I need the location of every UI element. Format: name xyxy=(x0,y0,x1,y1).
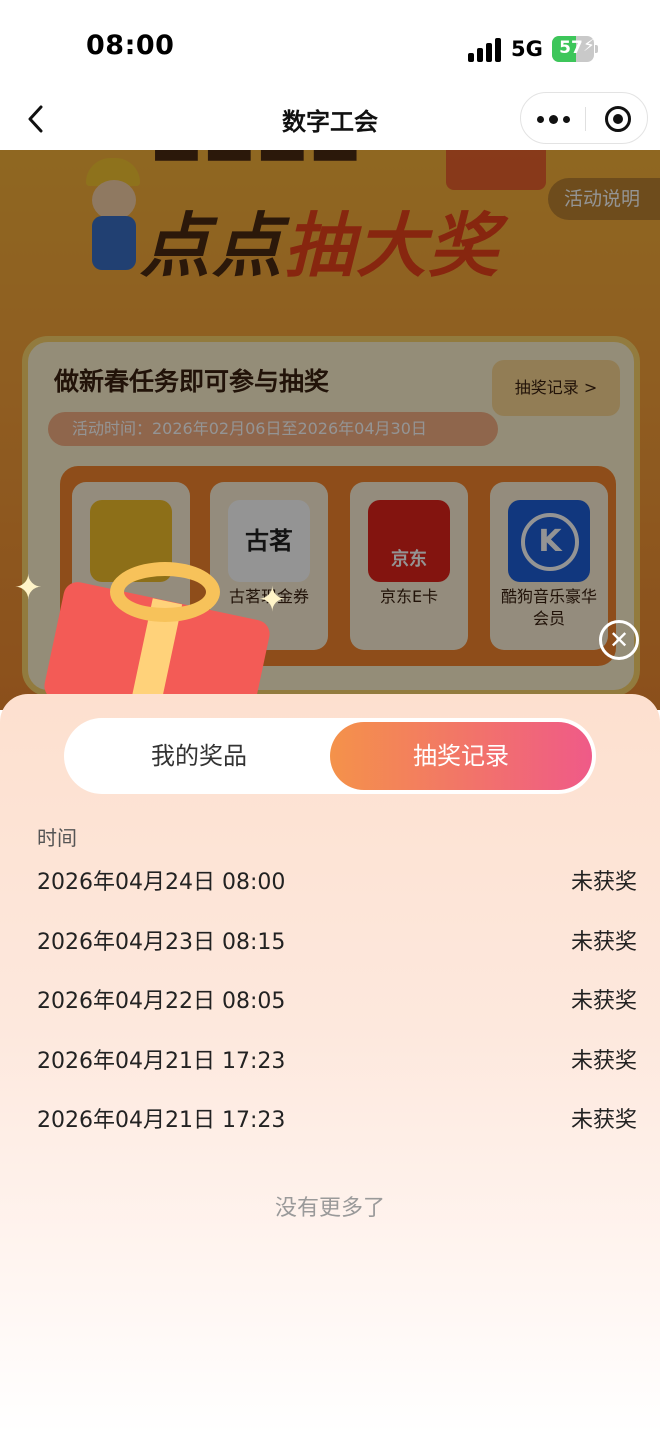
mini-program-capsule xyxy=(520,92,648,144)
sparkle-icon: ✦ xyxy=(258,580,287,620)
record-result: 未获奖 xyxy=(570,989,637,1015)
record-result: 未获奖 xyxy=(570,870,637,895)
gift-box-icon xyxy=(40,562,280,741)
record-time: 2026年04月22日 08:05 xyxy=(37,989,286,1015)
record-result: 未获奖 xyxy=(570,1108,637,1134)
records-sheet: 我的奖品 抽奖记录 时间 2026年04月24日 08:00 未获奖 2026年… xyxy=(0,694,660,1434)
list-item: 2026年04月23日 08:15 未获奖 xyxy=(37,918,637,978)
record-time: 2026年04月23日 08:15 xyxy=(37,929,286,955)
status-bar: 08:00 5G 57 ⚡ xyxy=(0,0,660,88)
close-icon[interactable]: ✕ xyxy=(599,620,639,660)
more-dots-icon[interactable] xyxy=(521,93,585,145)
record-time: 2026年04月21日 17:23 xyxy=(37,1048,286,1074)
target-circle-icon[interactable] xyxy=(605,106,631,132)
sparkle-icon: ✦ xyxy=(14,568,43,608)
battery-icon: 57 ⚡ xyxy=(552,36,598,62)
records-list: 2026年04月24日 08:00 未获奖 2026年04月23日 08:15 … xyxy=(37,858,637,1156)
record-result: 未获奖 xyxy=(570,929,637,955)
nav-bar: 数字工会 xyxy=(0,88,660,150)
record-result: 未获奖 xyxy=(570,1048,637,1074)
list-item: 2026年04月21日 17:23 未获奖 xyxy=(37,1037,637,1097)
tab-bar: 我的奖品 抽奖记录 xyxy=(64,718,596,794)
tab-draw-records[interactable]: 抽奖记录 xyxy=(330,722,592,790)
signal-icon xyxy=(468,38,502,62)
record-time: 2026年04月21日 17:23 xyxy=(37,1108,286,1134)
network-type: 5G xyxy=(511,37,543,61)
tab-my-prizes[interactable]: 我的奖品 xyxy=(68,722,330,790)
status-time: 08:00 xyxy=(86,30,175,61)
record-time: 2026年04月24日 08:00 xyxy=(37,870,286,895)
list-header-time: 时间 xyxy=(37,826,77,850)
no-more-text: 没有更多了 xyxy=(274,1196,385,1221)
list-item: 2026年04月24日 08:00 未获奖 xyxy=(37,858,637,918)
list-item: 2026年04月21日 17:23 未获奖 xyxy=(37,1096,637,1156)
list-item: 2026年04月22日 08:05 未获奖 xyxy=(37,977,637,1037)
capsule-divider xyxy=(585,107,586,131)
